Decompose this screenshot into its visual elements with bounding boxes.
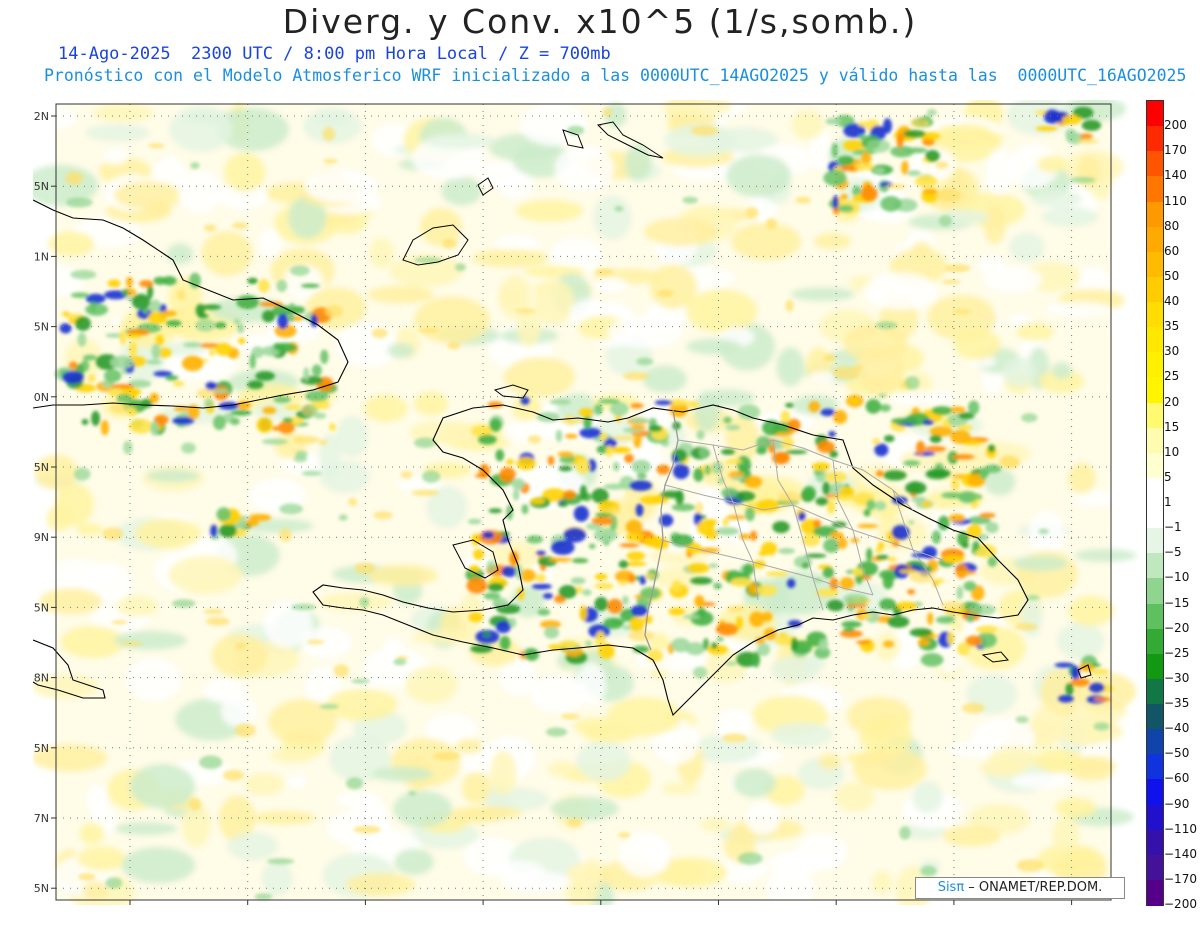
colorbar-label: 20: [1164, 394, 1180, 409]
colorbar-segment: [1147, 402, 1163, 429]
credit-box: Sisπ – ONAMET/REP.DOM.: [915, 877, 1125, 899]
colorbar-label: 5: [1164, 469, 1172, 484]
credit-brand: Sisπ: [937, 880, 965, 895]
lat-tick-label: 7.5N: [33, 742, 49, 755]
colorbar-label: −60: [1164, 771, 1190, 786]
colorbar-segment: [1147, 427, 1163, 454]
colorbar-segment: [1147, 528, 1163, 554]
colorbar-label: −140: [1164, 846, 1197, 861]
colorbar-segment: [1147, 729, 1163, 755]
colorbar-segment: [1147, 126, 1163, 152]
colorbar-segment: [1147, 578, 1163, 604]
colorbar-label: −25: [1164, 645, 1190, 660]
colorbar-segment: [1147, 176, 1163, 202]
colorbar-segment: [1147, 603, 1163, 630]
colorbar-segment: [1147, 327, 1163, 353]
colorbar-segment: [1147, 678, 1163, 705]
colorbar-label: −30: [1164, 670, 1190, 685]
lat-tick-label: 22N: [33, 110, 49, 123]
colorbar-label: −15: [1164, 595, 1190, 610]
colorbar-label: 170: [1164, 143, 1187, 158]
map-panel: 22N 1.5N 21N 0.5N 20N 9.5N 19N 8.5N 18N 7.5N 17N 6.…: [33, 100, 1143, 905]
colorbar-segment: [1147, 754, 1163, 780]
colorbar-segment: [1147, 477, 1163, 504]
colorbar-segment: [1147, 628, 1163, 655]
colorbar-label: −20: [1164, 620, 1190, 635]
credit-text: – ONAMET/REP.DOM.: [964, 880, 1103, 895]
colorbar-label: −1: [1164, 520, 1182, 535]
map-canvas: 22N 1.5N 21N 0.5N 20N 9.5N 19N 8.5N 18N 7.5N 17N 6.…: [33, 100, 1137, 905]
colorbar-segment: [1147, 352, 1163, 378]
colorbar-label: 40: [1164, 294, 1180, 308]
colorbar-segment: [1147, 704, 1163, 730]
colorbar: [1146, 100, 1164, 906]
colorbar-label: 140: [1164, 168, 1187, 183]
colorbar-segment: [1147, 779, 1163, 805]
colorbar-segment: [1147, 653, 1163, 680]
colorbar-label: 25: [1164, 369, 1180, 384]
colorbar-segment: [1147, 804, 1163, 831]
colorbar-label: −170: [1164, 871, 1197, 886]
colorbar-label: 1: [1164, 495, 1172, 509]
colorbar-segment: [1147, 276, 1163, 303]
colorbar-label: −90: [1164, 796, 1190, 811]
colorbar-label: 50: [1164, 268, 1180, 283]
colorbar-label: −110: [1164, 821, 1197, 836]
colorbar-label: 80: [1164, 218, 1180, 233]
colorbar-segment: [1147, 879, 1163, 906]
colorbar-segment: [1147, 226, 1163, 253]
colorbar-label: −35: [1164, 696, 1190, 710]
colorbar-label: −40: [1164, 721, 1190, 736]
lat-tick-label: 8.5N: [33, 601, 49, 614]
forecast-time-line: 14-Ago-2025 2300 UTC / 8:00 pm Hora Loca…: [58, 44, 611, 64]
lat-tick-label: 21N: [33, 250, 49, 263]
colorbar-segment: [1147, 377, 1163, 403]
lat-tick-label: 19N: [33, 531, 49, 544]
colorbar-label: 10: [1164, 444, 1180, 459]
colorbar-label: −200: [1164, 897, 1197, 911]
colorbar-segment: [1147, 829, 1163, 856]
colorbar-segment: [1147, 151, 1163, 177]
colorbar-label: −10: [1164, 570, 1190, 585]
colorbar-label: 60: [1164, 243, 1180, 258]
lat-tick-label: 1.5N: [33, 180, 49, 193]
colorbar-segment: [1147, 302, 1163, 328]
colorbar-segment: [1147, 201, 1163, 228]
colorbar-label: 35: [1164, 319, 1180, 334]
lat-tick-label: 0.5N: [33, 321, 49, 334]
colorbar-label: 15: [1164, 419, 1180, 434]
colorbar-segment: [1147, 452, 1163, 479]
colorbar-label: 200: [1164, 118, 1187, 133]
lat-tick-label: 20N: [33, 391, 49, 404]
colorbar-labels: 200 170 140 110 80 60 50 40 35 30 25 20 15 10 5 1 −1 −5 −1…: [1164, 100, 1200, 911]
colorbar-label: 30: [1164, 344, 1180, 359]
lat-tick-label: 6.5N: [33, 882, 49, 895]
colorbar-segment: [1147, 101, 1163, 127]
colorbar-segment: [1147, 854, 1163, 881]
lat-tick-label: 18N: [33, 672, 49, 685]
colorbar-segment: [1147, 251, 1163, 278]
chart-title: Diverg. y Conv. x10^5 (1/s,somb.): [282, 2, 918, 41]
colorbar-segment: [1147, 503, 1163, 529]
lat-tick-label: 9.5N: [33, 461, 49, 474]
colorbar-label: −50: [1164, 746, 1190, 761]
colorbar-segment: [1147, 553, 1163, 579]
colorbar-label: −5: [1164, 545, 1182, 560]
colorbar-label: 110: [1164, 193, 1187, 208]
model-info-line: Pronóstico con el Modelo Atmosferico WRF…: [44, 66, 1187, 85]
lat-tick-label: 17N: [33, 812, 49, 825]
